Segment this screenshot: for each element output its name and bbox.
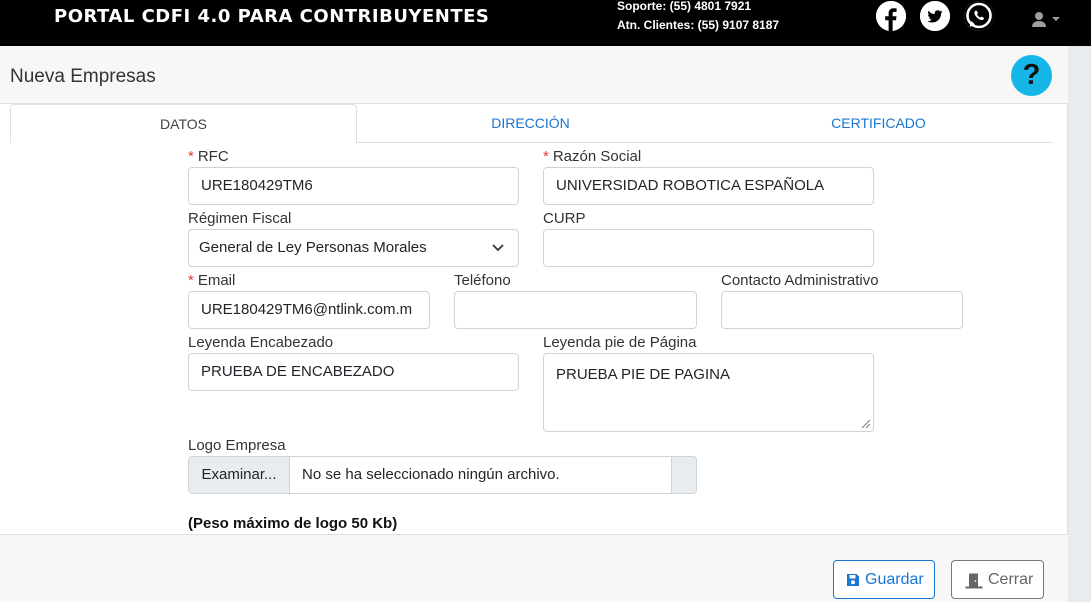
floppy-disk-icon	[847, 574, 859, 586]
required-mark: *	[188, 148, 194, 165]
portal-brand[interactable]: PORTAL CDFI 4.0 PARA CONTRIBUYENTES	[54, 6, 489, 27]
question-icon: ?	[1022, 59, 1041, 91]
curp-input[interactable]	[543, 229, 874, 267]
save-button[interactable]: Guardar	[833, 560, 935, 599]
logo-size-note: (Peso máximo de logo 50 Kb)	[188, 515, 398, 532]
email-label: * Email	[188, 272, 236, 289]
user-menu-toggle[interactable]	[1031, 10, 1065, 30]
whatsapp-icon[interactable]	[964, 1, 994, 31]
browse-button[interactable]: Examinar...	[189, 457, 290, 493]
curp-label: CURP	[543, 210, 586, 227]
file-status-text: No se ha seleccionado ningún archivo.	[302, 466, 560, 483]
rfc-input[interactable]: URE180429TM6	[188, 167, 519, 205]
facebook-icon[interactable]	[876, 1, 906, 31]
clients-phone: Atn. Clientes: (55) 9107 8187	[617, 18, 780, 32]
contacto-label: Contacto Administrativo	[721, 272, 879, 289]
leyenda-pie-label: Leyenda pie de Página	[543, 334, 697, 351]
page-title: Nueva Empresas	[10, 66, 156, 87]
telefono-input[interactable]	[454, 291, 697, 329]
leyenda-pie-value: PRUEBA PIE DE PAGINA	[556, 366, 730, 383]
close-button[interactable]: Cerrar	[951, 560, 1044, 599]
twitter-icon[interactable]	[920, 1, 950, 31]
leyenda-pie-textarea[interactable]: PRUEBA PIE DE PAGINA	[543, 353, 874, 432]
regimen-fiscal-select[interactable]: General de Ley Personas Morales	[188, 229, 519, 267]
contacto-input[interactable]	[721, 291, 963, 329]
regimen-fiscal-label: Régimen Fiscal	[188, 210, 292, 227]
razon-social-input[interactable]: UNIVERSIDAD ROBOTICA ESPAÑOLA	[543, 167, 874, 205]
email-input[interactable]: URE180429TM6@ntlink.com.m	[188, 291, 430, 329]
required-mark: *	[188, 272, 194, 289]
close-button-label: Cerrar	[988, 571, 1034, 588]
telefono-label: Teléfono	[454, 272, 511, 289]
top-navbar: PORTAL CDFI 4.0 PARA CONTRIBUYENTES Sopo…	[0, 0, 1091, 46]
razon-social-label: * Razón Social	[543, 148, 642, 165]
file-input-addon	[671, 457, 696, 493]
support-phone: Soporte: (55) 4801 7921	[617, 0, 752, 13]
card-header: Nueva Empresas ?	[0, 46, 1068, 104]
tab-datos[interactable]: DATOS	[10, 104, 357, 144]
door-exit-icon	[965, 573, 983, 589]
logo-file-input[interactable]: Examinar... No se ha seleccionado ningún…	[188, 456, 697, 494]
rfc-label: * RFC	[188, 148, 229, 165]
help-button[interactable]: ?	[1011, 55, 1052, 96]
tab-certificado[interactable]: CERTIFICADO	[704, 104, 1053, 143]
card-footer: Guardar Cerrar	[0, 534, 1068, 602]
leyenda-encabezado-label: Leyenda Encabezado	[188, 334, 334, 351]
chevron-down-icon	[492, 244, 504, 252]
logo-empresa-label: Logo Empresa	[188, 437, 286, 454]
regimen-fiscal-value: General de Ley Personas Morales	[199, 239, 427, 256]
leyenda-encabezado-input[interactable]: PRUEBA DE ENCABEZADO	[188, 353, 519, 391]
user-icon	[1032, 12, 1060, 27]
tab-direccion[interactable]: DIRECCIÓN	[357, 104, 704, 143]
resize-grip-icon[interactable]	[859, 417, 871, 429]
required-mark: *	[543, 148, 549, 165]
save-button-label: Guardar	[865, 571, 924, 588]
support-info: Soporte: (55) 4801 7921 Atn. Clientes: (…	[617, 0, 779, 35]
form-tabs: DATOS DIRECCIÓN CERTIFICADO	[10, 104, 1053, 144]
